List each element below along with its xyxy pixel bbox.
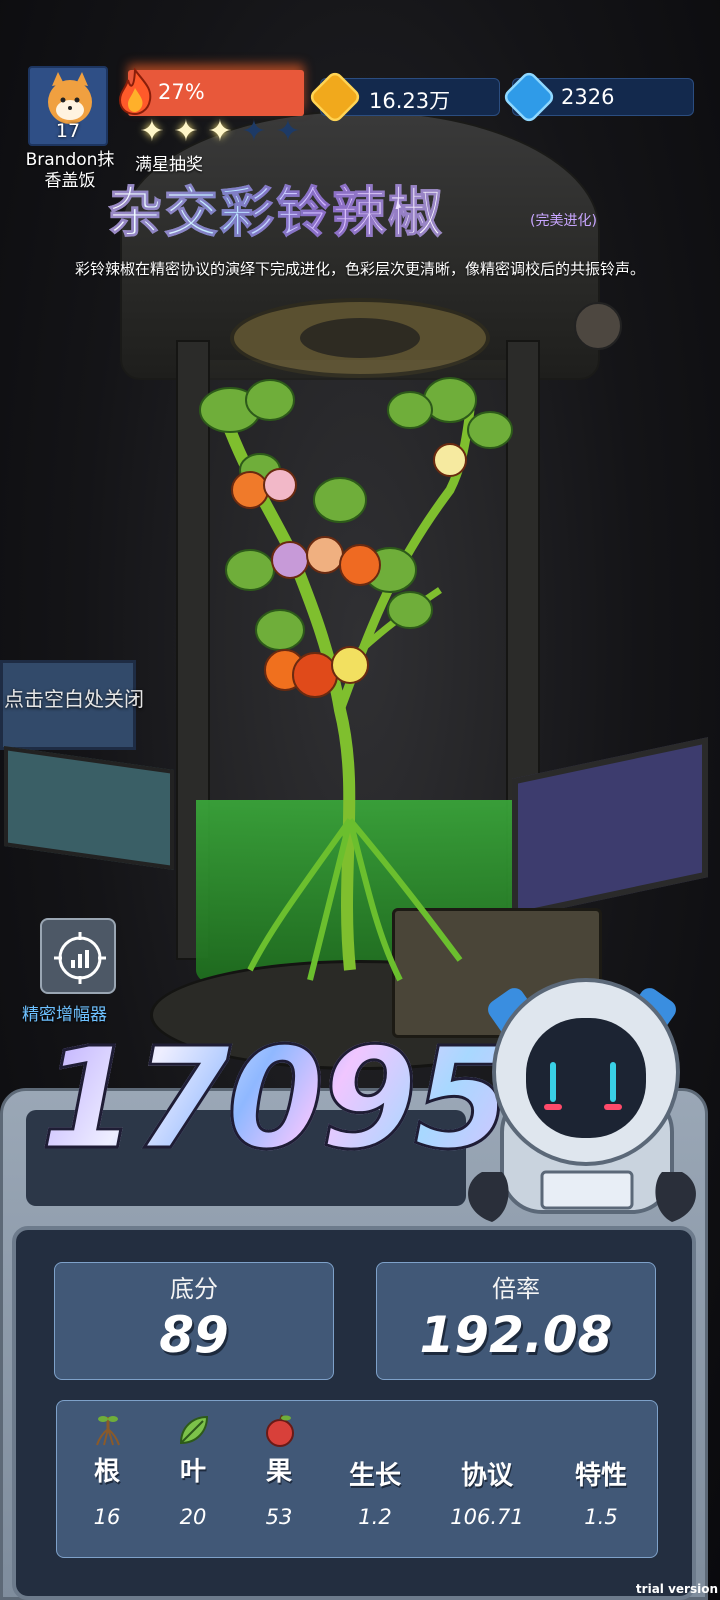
- stat-label: 生长: [348, 1461, 401, 1491]
- stat-value: 16: [93, 1505, 121, 1529]
- stat-label: 根: [93, 1457, 120, 1487]
- stat-label: 果: [265, 1457, 292, 1487]
- stat-label: 协议: [460, 1461, 513, 1491]
- star-empty-icon: ✦: [241, 114, 267, 149]
- star-progress-percent: 27%: [158, 80, 205, 104]
- shiba-avatar-icon: [48, 72, 92, 124]
- multiplier-label: 倍率: [492, 1275, 540, 1303]
- stat-label: 叶: [179, 1457, 206, 1487]
- fruit-icon: [266, 1414, 294, 1447]
- robot-mascot: [468, 978, 696, 1222]
- player-level: 17: [55, 120, 81, 142]
- pepper-plant-illustration: [199, 377, 513, 982]
- stat-root: 根 16: [57, 1401, 157, 1559]
- stat-value: 20: [179, 1505, 207, 1529]
- stat-value: 1.2: [358, 1505, 392, 1529]
- star-icon: ✦: [139, 114, 165, 149]
- precision-amplifier-button[interactable]: [40, 918, 116, 994]
- stat-value: 53: [265, 1505, 293, 1529]
- star-empty-icon: ✦: [275, 114, 301, 149]
- fire-icon: [118, 68, 152, 116]
- gold-amount: 16.23万: [369, 89, 451, 113]
- game-scene[interactable]: 点击空白处关闭 17 Brandon抹 香盖饭 27% ✦ ✦ ✦ ✦ ✦ 满星…: [0, 0, 720, 1600]
- chamber-vent-core: [300, 318, 420, 358]
- plant-title: 杂交彩铃辣椒: [108, 168, 444, 247]
- star-rating: ✦ ✦ ✦ ✦ ✦: [136, 116, 306, 150]
- stat-label: 特性: [574, 1461, 627, 1491]
- tap-to-close-hint: 点击空白处关闭: [4, 687, 144, 711]
- base-score-label: 底分: [170, 1275, 218, 1303]
- multiplier-box: 倍率 192.08: [376, 1262, 656, 1380]
- stat-trait: 特性 1.5: [551, 1401, 651, 1559]
- ufo-decoration-icon: [574, 302, 622, 350]
- stat-value: 106.71: [450, 1505, 524, 1529]
- console-left: [4, 746, 174, 870]
- console-right: [512, 737, 708, 919]
- stat-fruit: 果 53: [229, 1401, 329, 1559]
- stat-growth: 生长 1.2: [325, 1401, 425, 1559]
- gem-amount: 2326: [561, 85, 615, 109]
- base-score-value: 89: [159, 1306, 229, 1364]
- star-icon: ✦: [173, 114, 199, 149]
- multiplier-value: 192.08: [419, 1306, 613, 1364]
- stat-leaf: 叶 20: [143, 1401, 243, 1559]
- stat-protocol: 协议 106.71: [437, 1401, 537, 1559]
- root-icon: [96, 1416, 120, 1446]
- plant-description: 彩铃辣椒在精密协议的演绎下完成进化，色彩层次更清晰，像精密调校后的共振铃声。: [74, 260, 645, 278]
- base-score-box: 底分 89: [54, 1262, 334, 1380]
- attribute-stats: 根 16 叶 20 果 53 生长 1.2 协议 106.71 特性 1.5: [56, 1400, 658, 1558]
- evolution-tag: (完美进化): [530, 213, 597, 229]
- player-avatar[interactable]: 17: [28, 66, 108, 146]
- target-chart-icon: [54, 932, 106, 984]
- leaf-icon: [179, 1415, 209, 1445]
- total-score: 17095: [38, 1017, 512, 1183]
- trial-watermark: trial version: [635, 1582, 718, 1596]
- stat-value: 1.5: [584, 1505, 618, 1529]
- star-icon: ✦: [207, 114, 233, 149]
